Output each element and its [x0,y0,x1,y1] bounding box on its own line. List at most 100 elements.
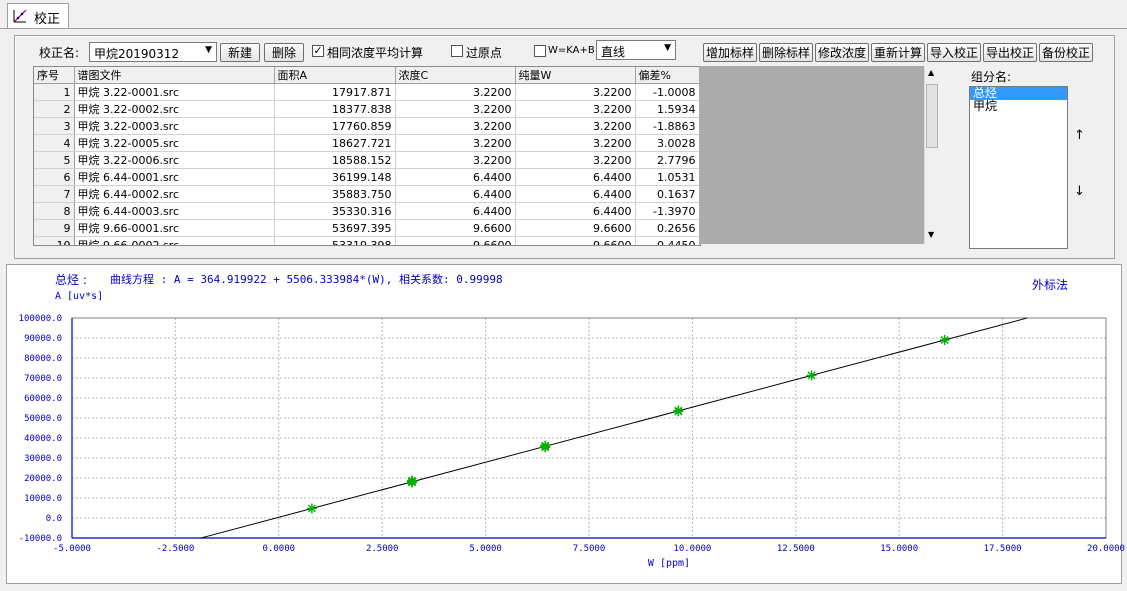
x-tick-label: 15.0000 [880,544,918,554]
table-cell: 3.2200 [395,134,516,152]
table-cell: 甲烷 3.22-0003.src [74,117,275,135]
table-cell: 3.2200 [515,100,636,118]
x-tick-label: 2.5000 [366,544,399,554]
backup-button[interactable]: 备份校正 [1039,43,1093,62]
table-cell: 3.2200 [395,117,516,135]
table-row[interactable]: 8 甲烷 6.44-0003.src 35330.316 6.4400 6.4400 -1… [34,202,700,220]
table-cell: 9.6600 [515,219,636,237]
x-tick-label: 5.0000 [469,544,502,554]
calibration-curve-chart: -5.0000 -2.5000 0.0000 2.5000 5.0000 7.5000 10… [19,314,1125,569]
column-header[interactable]: 序号 [34,67,75,84]
table-header-row: 序号 谱图文件 面积A 浓度C 纯量W 偏差% [34,67,700,84]
table-row[interactable]: 10 甲烷 9.66-0002.src 53319.398 9.6600 9.6600-… [34,236,700,245]
x-tick-label: 17.5000 [984,544,1022,554]
calib-name-value: 甲烷20190312 [94,47,180,61]
y-tick-label: 40000.0 [24,434,62,444]
table-cell: 3.2200 [395,83,516,101]
y-tick-label: 100000.0 [19,314,62,324]
calibration-grid: 序号 谱图文件 面积A 浓度C 纯量W 偏差% 1 甲烷 3.22-0001.sr… [34,67,700,245]
row-number: 9 [34,219,75,237]
table-cell: 53697.395 [274,219,396,237]
table-cell: 1.5934 [635,100,700,118]
move-up-icon[interactable]: ↑ [1074,128,1085,143]
fit-line [200,317,1028,539]
y-tick-label: 90000.0 [24,334,62,344]
same-conc-avg-checkbox[interactable]: ✓ [312,45,324,57]
x-tick-label: -2.5000 [156,544,194,554]
table-cell: 17917.871 [274,83,396,101]
modify-conc-button[interactable]: 修改浓度 [815,43,869,62]
table-cell: 1.0531 [635,168,700,186]
component-list[interactable]: 总烃 甲烷 [969,86,1068,249]
x-tick-label: 12.5000 [777,544,815,554]
recalc-button[interactable]: 重新计算 [871,43,925,62]
import-button[interactable]: 导入校正 [927,43,981,62]
tab-strip: 校正 [0,0,1127,29]
table-row[interactable]: 4 甲烷 3.22-0005.src 18627.721 3.2200 3.2200 3.… [34,134,700,152]
scroll-up-icon[interactable]: ▲ [928,68,934,77]
tab-label: 校正 [34,12,61,27]
row-number: 1 [34,83,75,101]
column-header[interactable]: 面积A [274,67,396,84]
table-row[interactable]: 5 甲烷 3.22-0006.src 18588.152 3.2200 3.2200 2.… [34,151,700,169]
y-tick-label: -10000.0 [19,534,62,544]
data-point [806,370,817,381]
through-origin-label: 过原点 [466,46,503,60]
x-axis-label: W [ppm] [648,558,690,569]
table-cell: 3.2200 [515,83,636,101]
table-cell: 0.2656 [635,219,700,237]
row-number: 6 [34,168,75,186]
table-row[interactable]: 7 甲烷 6.44-0002.src 35883.750 6.4400 6.4400 0.… [34,185,700,203]
w-ka-b-checkbox[interactable] [534,45,546,57]
calibration-chart-icon [13,9,27,23]
export-button[interactable]: 导出校正 [983,43,1037,62]
table-cell: 35883.750 [274,185,396,203]
data-point [540,442,551,453]
calibration-table[interactable]: 序号 谱图文件 面积A 浓度C 纯量W 偏差% 1 甲烷 3.22-0001.sr… [33,66,701,246]
table-cell: 36199.148 [274,168,396,186]
table-cell: -1.0008 [635,83,700,101]
table-cell: 2.7796 [635,151,700,169]
scroll-down-icon[interactable]: ▼ [928,230,934,239]
add-sample-button[interactable]: 增加标样 [703,43,757,62]
table-cell: 17760.859 [274,117,396,135]
column-header[interactable]: 纯量W [515,67,636,84]
list-item[interactable]: 甲烷 [970,100,1067,113]
data-point [673,406,684,417]
table-cell: 甲烷 6.44-0002.src [74,185,275,203]
new-button[interactable]: 新建 [220,43,260,62]
calib-name-label: 校正名: [39,46,80,60]
move-down-icon[interactable]: ↓ [1074,184,1085,199]
calib-name-select[interactable]: 甲烷20190312 ▼ [89,42,217,62]
component-list-label: 组分名: [971,70,1012,84]
fit-type-select[interactable]: 直线 ▼ [596,40,676,60]
x-tick-label: -5.0000 [53,544,91,554]
table-row[interactable]: 3 甲烷 3.22-0003.src 17760.859 3.2200 3.2200 -1… [34,117,700,135]
table-cell: 6.4400 [515,185,636,203]
delete-button[interactable]: 删除 [264,43,304,62]
table-cell: 6.4400 [395,185,516,203]
column-header[interactable]: 偏差% [635,67,700,84]
tab-calibration[interactable]: 校正 [7,3,69,28]
chevron-down-icon: ▼ [664,43,671,53]
y-tick-label: 50000.0 [24,414,62,424]
table-cell: 6.4400 [395,168,516,186]
table-row[interactable]: 1 甲烷 3.22-0001.src 17917.871 3.2200 3.2200 -1… [34,83,700,101]
column-header[interactable]: 浓度C [395,67,516,84]
y-tick-label: 70000.0 [24,374,62,384]
table-cell: 53319.398 [274,236,396,245]
table-cell: 3.2200 [515,134,636,152]
column-header[interactable]: 谱图文件 [74,67,275,84]
row-number: 10 [34,236,75,245]
y-tick-label: 60000.0 [24,394,62,404]
table-row[interactable]: 9 甲烷 9.66-0001.src 53697.395 9.6600 9.6600 0.… [34,219,700,237]
x-tick-label: 7.5000 [573,544,606,554]
scrollbar-thumb[interactable] [926,84,938,148]
table-row[interactable]: 2 甲烷 3.22-0002.src 18377.838 3.2200 3.2200 1.… [34,100,700,118]
table-cell: 3.0028 [635,134,700,152]
delete-sample-button[interactable]: 删除标样 [759,43,813,62]
table-scrollbar[interactable]: ▲ ▼ [924,66,940,244]
table-row[interactable]: 6 甲烷 6.44-0001.src 36199.148 6.4400 6.4400 1.… [34,168,700,186]
through-origin-checkbox[interactable] [451,45,463,57]
table-cell: 甲烷 9.66-0002.src [74,236,275,245]
